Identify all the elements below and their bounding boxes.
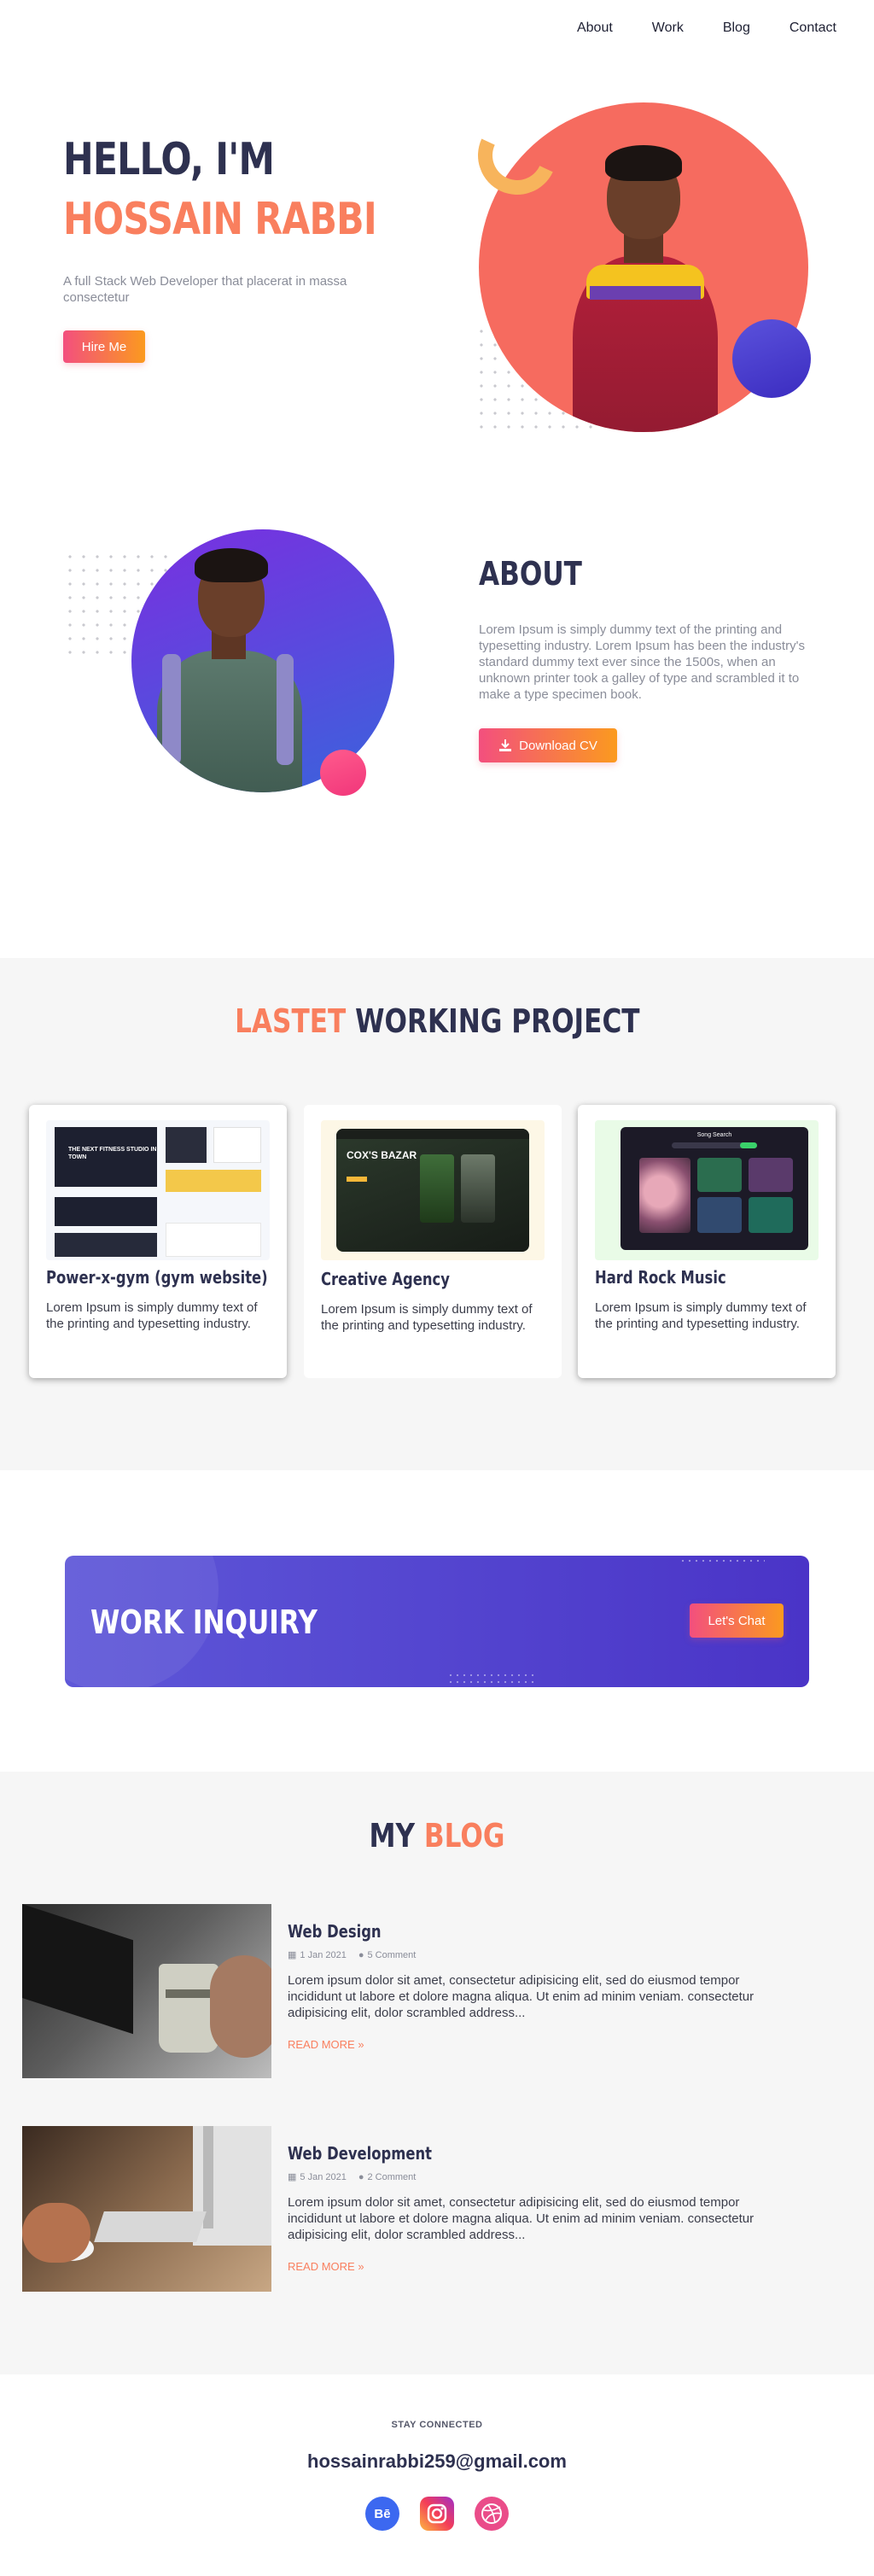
blog-post-image[interactable]	[22, 2126, 271, 2292]
hero-heading: HELLO, I'M HOSSAIN RABBI	[63, 130, 377, 249]
project-card-music[interactable]: Song Search Hard Rock Music Lorem Ipsum …	[578, 1105, 836, 1378]
nav-contact-link[interactable]: Contact	[790, 20, 836, 36]
nav-about-link[interactable]: About	[577, 20, 613, 36]
hire-me-button[interactable]: Hire Me	[63, 330, 145, 363]
calendar-icon: ▦	[288, 2172, 297, 2182]
about-text: Lorem Ipsum is simply dummy text of the …	[479, 622, 805, 702]
stay-connected-label: STAY CONNECTED	[391, 2420, 483, 2430]
instagram-glyph	[427, 2503, 447, 2524]
comment-icon: ●	[358, 2171, 364, 2182]
purple-ball-decoration	[732, 319, 811, 398]
nav-work-link[interactable]: Work	[652, 20, 684, 36]
project-thumbnail: COX'S BAZAR	[321, 1120, 545, 1260]
contact-email[interactable]: hossainrabbi259@gmail.com	[0, 2450, 874, 2473]
dribbble-icon[interactable]	[475, 2497, 509, 2531]
double-chevron-right-icon: »	[358, 2038, 364, 2051]
work-inquiry-banner: WORK INQUIRY Let's Chat	[65, 1556, 809, 1687]
blog-post-title[interactable]: Web Design	[288, 1921, 382, 1942]
project-title: Hard Rock Music	[595, 1267, 726, 1288]
top-nav: About Work Blog Contact	[577, 20, 836, 36]
instagram-icon[interactable]	[420, 2497, 454, 2531]
download-icon	[499, 739, 512, 751]
project-description: Lorem Ipsum is simply dummy text of the …	[595, 1300, 807, 1331]
download-cv-button[interactable]: Download CV	[479, 728, 617, 762]
post-comments: 2 Comment	[367, 2171, 417, 2182]
work-inquiry-title: WORK INQUIRY	[90, 1603, 318, 1641]
projects-title: LASTET WORKING PROJECT	[234, 1002, 640, 1040]
project-thumbnail: THE NEXT FITNESS STUDIO IN TOWN	[46, 1120, 270, 1260]
hero-name: HOSSAIN RABBI	[63, 194, 377, 245]
project-card-gym[interactable]: THE NEXT FITNESS STUDIO IN TOWN Power-x-…	[29, 1105, 287, 1378]
blog-post-meta: ▦ 1 Jan 2021 ● 5 Comment	[288, 1949, 417, 1961]
calendar-icon: ▦	[288, 1950, 297, 1960]
blog-post-meta: ▦ 5 Jan 2021 ● 2 Comment	[288, 2171, 417, 2183]
behance-icon[interactable]: Bē	[365, 2497, 399, 2531]
blog-post-excerpt: Lorem ipsum dolor sit amet, consectetur …	[288, 2195, 755, 2242]
comment-icon: ●	[358, 1949, 364, 1960]
blog-post-image[interactable]	[22, 1904, 271, 2078]
nav-blog-link[interactable]: Blog	[723, 20, 750, 36]
project-thumbnail: Song Search	[595, 1120, 819, 1260]
double-chevron-right-icon: »	[358, 2260, 364, 2273]
post-date: 5 Jan 2021	[300, 2171, 347, 2182]
project-title: Power-x-gym (gym website)	[46, 1267, 268, 1288]
social-links: Bē	[0, 2497, 874, 2531]
project-card-agency[interactable]: COX'S BAZAR Creative Agency Lorem Ipsum …	[304, 1105, 562, 1378]
download-cv-label: Download CV	[519, 738, 597, 753]
project-title: Creative Agency	[321, 1269, 450, 1289]
blog-title: MY BLOG	[369, 1817, 505, 1855]
hero-greeting: HELLO, I'M	[63, 134, 275, 185]
post-comments: 5 Comment	[367, 1949, 417, 1960]
about-title: ABOUT	[479, 555, 582, 593]
project-description: Lorem Ipsum is simply dummy text of the …	[46, 1300, 258, 1331]
project-description: Lorem Ipsum is simply dummy text of the …	[321, 1302, 533, 1333]
read-more-link[interactable]: READ MORE »	[288, 2260, 364, 2273]
read-more-link[interactable]: READ MORE »	[288, 2038, 364, 2051]
blog-post-excerpt: Lorem ipsum dolor sit amet, consectetur …	[288, 1973, 755, 2020]
hero-subtitle: A full Stack Web Developer that placerat…	[63, 274, 347, 305]
blog-post-title[interactable]: Web Development	[288, 2143, 432, 2164]
pink-ball-decoration	[320, 750, 366, 796]
lets-chat-button[interactable]: Let's Chat	[690, 1603, 784, 1638]
post-date: 1 Jan 2021	[300, 1949, 347, 1960]
dribbble-glyph	[481, 2503, 502, 2524]
